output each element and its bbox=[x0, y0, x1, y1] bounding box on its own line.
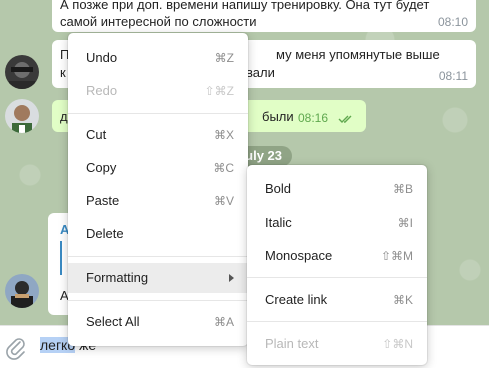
message-time: 08:16 bbox=[298, 111, 329, 125]
menu-item-delete[interactable]: Delete bbox=[68, 219, 248, 249]
menu-item-shortcut: ⌘I bbox=[397, 216, 413, 230]
menu-item-label: Copy bbox=[86, 160, 117, 175]
menu-item-label: Bold bbox=[265, 181, 292, 196]
message-text: к bbox=[60, 65, 66, 80]
menu-separator bbox=[247, 277, 427, 278]
message-bubble[interactable]: А позже при доп. времени напишу трениров… bbox=[52, 0, 476, 32]
double-check-icon bbox=[338, 111, 356, 128]
context-menu: Undo ⌘Z Redo ⇧⌘Z Cut ⌘X Copy ⌘C Paste ⌘V Dele… bbox=[68, 33, 248, 346]
menu-item-label: Cut bbox=[86, 127, 107, 142]
menu-item-shortcut: ⌘Z bbox=[214, 51, 234, 65]
menu-item-shortcut: ⌘X bbox=[213, 128, 234, 142]
menu-item-paste[interactable]: Paste ⌘V bbox=[68, 186, 248, 216]
menu-item-plain-text[interactable]: Plain text ⇧⌘N bbox=[247, 329, 427, 359]
menu-item-label: Plain text bbox=[265, 336, 319, 351]
menu-item-shortcut: ⌘C bbox=[213, 161, 234, 175]
menu-separator bbox=[68, 113, 248, 114]
menu-item-label: Create link bbox=[265, 292, 328, 307]
menu-item-label: Redo bbox=[86, 83, 118, 98]
menu-item-label: Delete bbox=[86, 226, 124, 241]
paperclip-icon[interactable] bbox=[4, 334, 26, 360]
message-text: вали bbox=[246, 65, 275, 80]
menu-item-redo[interactable]: Redo ⇧⌘Z bbox=[68, 76, 248, 106]
menu-item-label: Undo bbox=[86, 50, 118, 65]
submenu-arrow-icon bbox=[229, 274, 234, 282]
menu-item-copy[interactable]: Copy ⌘C bbox=[68, 153, 248, 183]
menu-item-cut[interactable]: Cut ⌘X bbox=[68, 120, 248, 150]
reply-bar bbox=[60, 241, 62, 275]
menu-item-label: Paste bbox=[86, 193, 120, 208]
message-text: самой интересной по сложности bbox=[60, 14, 257, 29]
avatar[interactable] bbox=[5, 55, 39, 89]
menu-item-bold[interactable]: Bold ⌘B bbox=[247, 174, 427, 204]
menu-item-label: Formatting bbox=[86, 270, 149, 285]
menu-item-shortcut: ⇧⌘N bbox=[382, 337, 413, 351]
menu-item-label: Monospace bbox=[265, 248, 333, 263]
avatar[interactable] bbox=[5, 99, 39, 133]
message-text: д bbox=[60, 109, 68, 124]
menu-separator bbox=[247, 321, 427, 322]
message-text: были bbox=[262, 109, 294, 124]
menu-separator bbox=[68, 256, 248, 257]
menu-item-label: Select All bbox=[86, 314, 140, 329]
menu-item-undo[interactable]: Undo ⌘Z bbox=[68, 43, 248, 73]
menu-item-create-link[interactable]: Create link ⌘K bbox=[247, 285, 427, 315]
menu-item-monospace[interactable]: Monospace ⇧⌘M bbox=[247, 241, 427, 271]
avatar[interactable] bbox=[5, 274, 39, 308]
menu-item-shortcut: ⌘V bbox=[213, 194, 234, 208]
menu-item-shortcut: ⌘B bbox=[392, 182, 413, 196]
menu-item-shortcut: ⇧⌘Z bbox=[204, 84, 234, 98]
message-text: А позже при доп. времени напишу трениров… bbox=[60, 0, 430, 12]
menu-item-shortcut: ⌘K bbox=[392, 293, 413, 307]
menu-item-shortcut: ⇧⌘M bbox=[380, 249, 413, 263]
menu-separator bbox=[68, 300, 248, 301]
message-time: 08:11 bbox=[438, 69, 468, 83]
menu-item-label: Italic bbox=[265, 215, 292, 230]
formatting-submenu: Bold ⌘B Italic ⌘I Monospace ⇧⌘M Create link… bbox=[247, 165, 427, 365]
menu-item-italic[interactable]: Italic ⌘I bbox=[247, 208, 427, 238]
message-text: му меня упомянутые выше bbox=[276, 47, 440, 62]
menu-item-shortcut: ⌘A bbox=[213, 315, 234, 329]
menu-item-select-all[interactable]: Select All ⌘A bbox=[68, 307, 248, 337]
message-time: 08:10 bbox=[437, 15, 468, 29]
menu-item-formatting[interactable]: Formatting bbox=[68, 263, 248, 293]
